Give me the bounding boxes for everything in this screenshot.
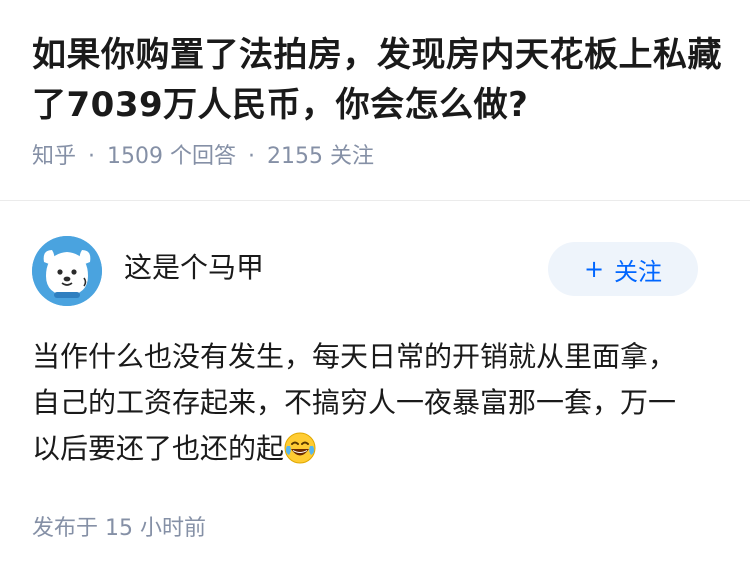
answer-count[interactable]: 1509 个回答: [107, 142, 236, 172]
source-label[interactable]: 知乎: [32, 142, 76, 172]
follower-count[interactable]: 2155 关注: [267, 142, 374, 172]
zhihu-answer-page: 如果你购置了法拍房，发现房内天花板上私藏了7039万人民币，你会怎么做? 知乎 …: [0, 0, 750, 580]
question-meta: 知乎 · 1509 个回答 · 2155 关注: [32, 142, 722, 172]
author-row: 这是个马甲 + 关注: [32, 236, 698, 306]
separator-dot: ·: [248, 144, 255, 169]
separator-dot: ·: [88, 144, 96, 169]
question-title[interactable]: 如果你购置了法拍房，发现房内天花板上私藏了7039万人民币，你会怎么做?: [32, 30, 722, 130]
avatar[interactable]: [32, 236, 102, 306]
publish-time: 发布于 15 小时前: [32, 516, 206, 541]
plus-icon: +: [583, 255, 605, 283]
follow-button[interactable]: + 关注: [548, 242, 698, 296]
question-header: 如果你购置了法拍房，发现房内天花板上私藏了7039万人民币，你会怎么做? 知乎 …: [32, 30, 722, 172]
avatar-dog-icon: [32, 236, 102, 306]
answer-text: 当作什么也没有发生，每天日常的开销就从里面拿，自己的工资存起来，不搞穷人一夜暴富…: [32, 340, 677, 465]
author-name[interactable]: 这是个马甲: [124, 250, 264, 286]
divider: [0, 200, 750, 201]
laughing-tears-icon: [284, 432, 316, 464]
follow-label: 关注: [614, 257, 663, 286]
answer-content[interactable]: 当作什么也没有发生，每天日常的开销就从里面拿，自己的工资存起来，不搞穷人一夜暴富…: [32, 334, 682, 472]
